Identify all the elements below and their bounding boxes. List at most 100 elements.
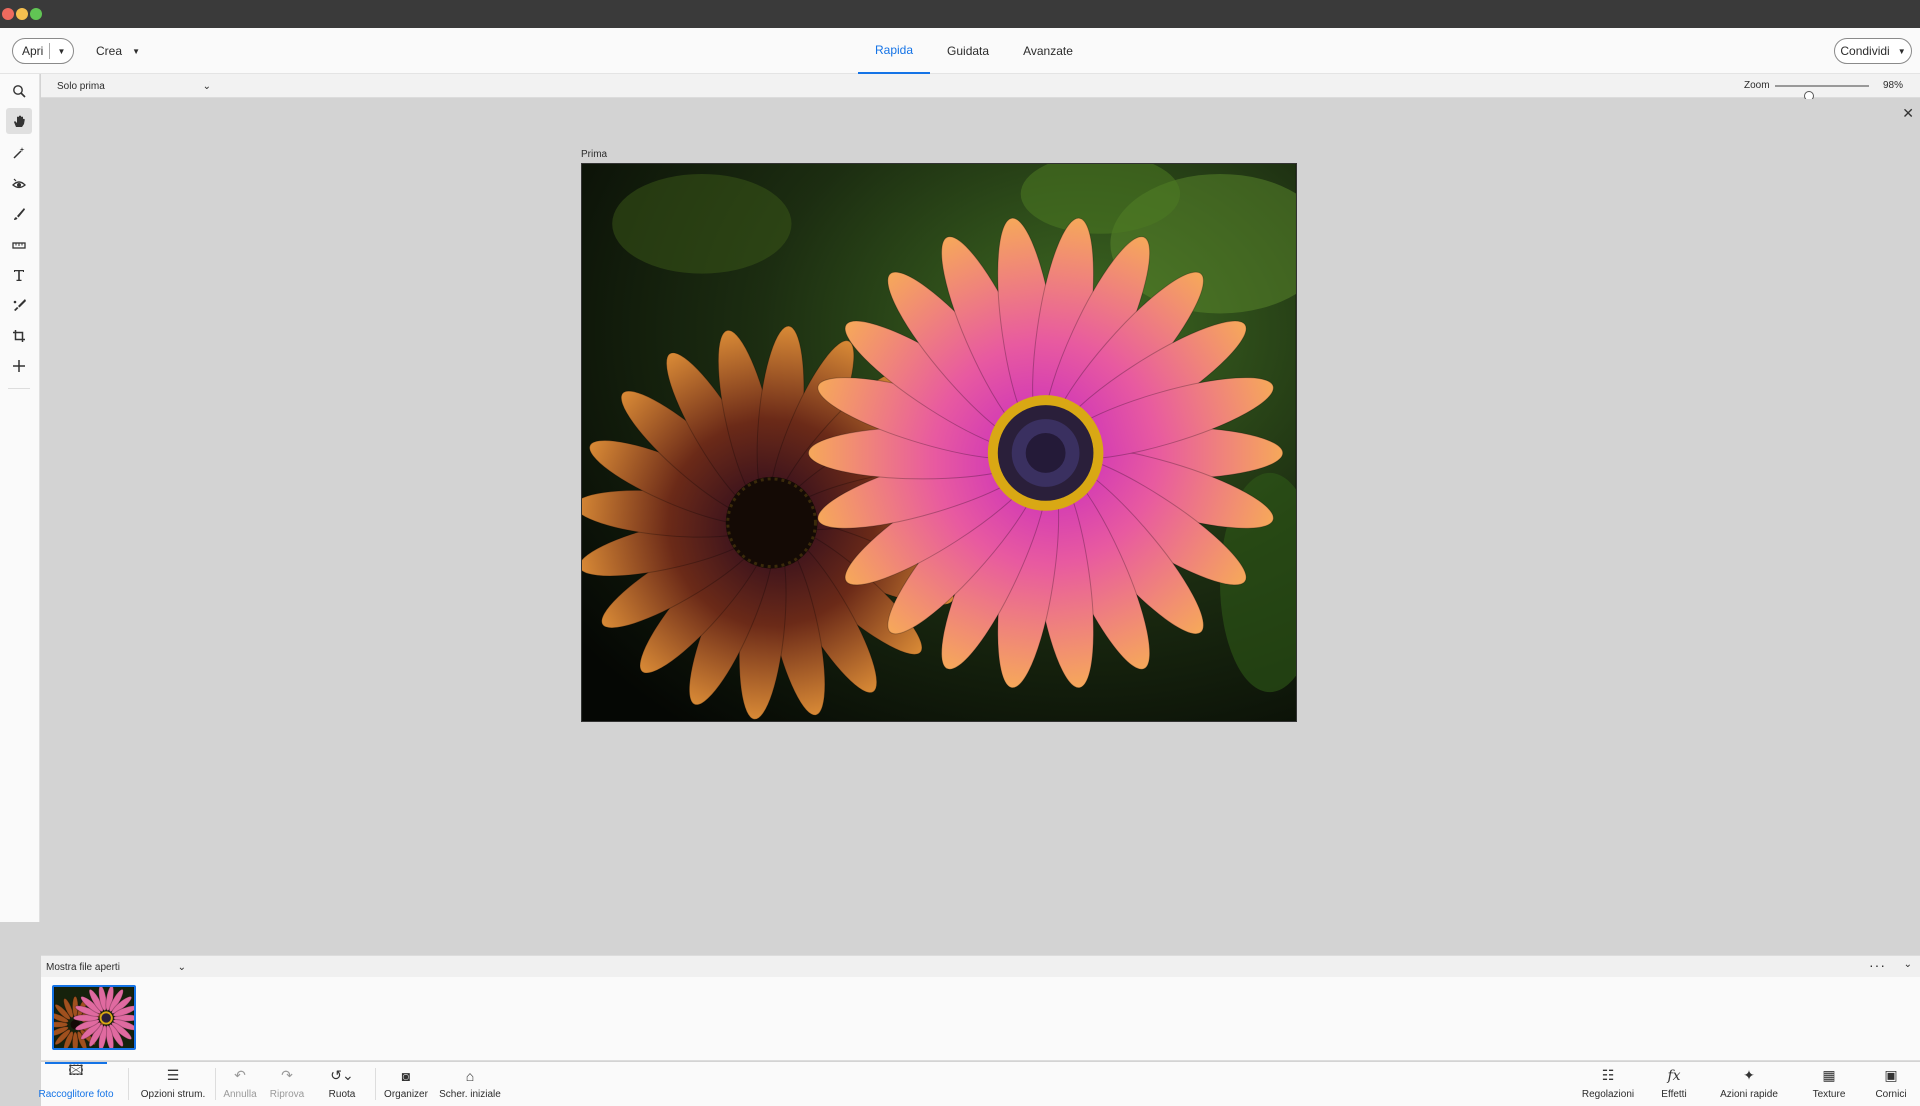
adjustments-button[interactable]: ☷ Regolazioni bbox=[1580, 1062, 1636, 1106]
collapse-chevron-icon[interactable]: ⌄ bbox=[1904, 959, 1912, 970]
undo-button[interactable]: ↶ Annulla bbox=[221, 1062, 259, 1106]
rotate-icon: ↺⌄ bbox=[330, 1067, 354, 1083]
view-options-bar: Solo prima ⌄ Zoom 98% bbox=[41, 74, 1920, 101]
chevron-down-icon[interactable]: ▼ bbox=[50, 47, 73, 56]
image-stack-icon: 🖾 bbox=[68, 1062, 84, 1078]
mode-tabs: Rapida Guidata Avanzate bbox=[858, 28, 1090, 74]
share-button[interactable]: Condividi ▼ bbox=[1834, 38, 1912, 64]
quick-selection-tool[interactable] bbox=[6, 140, 32, 166]
more-options-icon[interactable]: ··· bbox=[1869, 957, 1886, 973]
close-icon[interactable]: ✕ bbox=[1902, 105, 1914, 122]
window-title-bar bbox=[0, 0, 1920, 28]
zoom-label: Zoom bbox=[1744, 80, 1770, 91]
photo-bin-button-label: Raccoglitore foto bbox=[38, 1089, 114, 1100]
tab-guidata[interactable]: Guidata bbox=[930, 28, 1006, 74]
quick-actions-button[interactable]: ✦ Azioni rapide bbox=[1718, 1062, 1780, 1106]
sliders-icon: ☷ bbox=[1601, 1067, 1615, 1083]
frames-button[interactable]: ▣ Cornici bbox=[1871, 1062, 1911, 1106]
taskbar-divider bbox=[375, 1068, 376, 1100]
magic-wand-icon bbox=[13, 147, 25, 159]
view-select[interactable]: Solo prima ⌄ bbox=[57, 78, 211, 94]
red-eye-tool[interactable] bbox=[6, 171, 32, 197]
chevron-down-icon: ▼ bbox=[1897, 46, 1906, 56]
effects-button[interactable]: fx Effetti bbox=[1654, 1062, 1694, 1106]
tool-options-button[interactable]: ☰ Opzioni strum. bbox=[133, 1062, 213, 1106]
organizer-icon: ◙ bbox=[401, 1068, 411, 1084]
magnifier-icon bbox=[13, 85, 26, 98]
plus-move-icon bbox=[13, 360, 25, 372]
move-tool[interactable] bbox=[6, 353, 32, 379]
photo-bin-select[interactable]: Mostra file aperti ⌄ bbox=[46, 960, 186, 974]
sparkle-icon: ✦ bbox=[1743, 1067, 1755, 1083]
whiten-teeth-tool[interactable] bbox=[6, 201, 32, 227]
taskbar-divider bbox=[128, 1068, 129, 1100]
hand-icon bbox=[14, 115, 25, 127]
photo-bin-header: Mostra file aperti ⌄ ··· ⌄ bbox=[41, 955, 1920, 977]
top-bar: Apri ▼ Crea ▼ Rapida Guidata Avanzate Co… bbox=[0, 28, 1920, 74]
photo-preview[interactable] bbox=[581, 163, 1297, 722]
tab-avanzate[interactable]: Avanzate bbox=[1006, 28, 1090, 74]
ruler-icon bbox=[12, 242, 26, 249]
toolbar-divider bbox=[8, 388, 30, 389]
crop-tool[interactable] bbox=[6, 323, 32, 349]
effects-button-label: Effetti bbox=[1661, 1089, 1687, 1100]
photo-thumbnail[interactable] bbox=[52, 985, 136, 1050]
eye-icon bbox=[12, 178, 26, 189]
rotate-button-label: Ruota bbox=[328, 1089, 356, 1100]
redo-icon: ↷ bbox=[281, 1067, 293, 1083]
textures-button[interactable]: ▦ Texture bbox=[1809, 1062, 1849, 1106]
view-select-label: Solo prima bbox=[57, 80, 105, 92]
share-button-label: Condividi bbox=[1840, 44, 1890, 58]
quick-actions-button-label: Azioni rapide bbox=[1720, 1089, 1778, 1100]
chevron-down-icon: ⌄ bbox=[202, 80, 211, 92]
photo-bin bbox=[41, 977, 1920, 1061]
taskbar-divider bbox=[215, 1068, 216, 1100]
textures-button-label: Texture bbox=[1812, 1089, 1846, 1100]
maximize-window-button[interactable] bbox=[30, 8, 42, 20]
rotate-button[interactable]: ↺⌄ Ruota bbox=[319, 1062, 365, 1106]
chevron-down-icon: ⌄ bbox=[177, 961, 186, 973]
undo-icon: ↶ bbox=[234, 1067, 246, 1083]
type-tool[interactable] bbox=[6, 262, 32, 288]
create-button[interactable]: Crea ▼ bbox=[90, 38, 146, 64]
text-t-icon bbox=[14, 270, 24, 281]
texture-grid-icon: ▦ bbox=[1822, 1067, 1836, 1083]
tool-options-button-label: Opzioni strum. bbox=[140, 1089, 206, 1100]
zoom-value: 98% bbox=[1883, 80, 1904, 91]
tool-options-icon: ☰ bbox=[166, 1067, 180, 1083]
flower-thumbnail bbox=[54, 987, 134, 1048]
tab-rapida[interactable]: Rapida bbox=[858, 28, 931, 74]
zoom-tool[interactable] bbox=[6, 78, 32, 104]
open-button[interactable]: Apri ▼ bbox=[12, 38, 74, 64]
crop-icon bbox=[13, 330, 25, 342]
frame-icon: ▣ bbox=[1884, 1067, 1898, 1083]
bottom-taskbar: 🖾 Raccoglitore foto ☰ Opzioni strum. ↶ A… bbox=[38, 1062, 1920, 1106]
redo-button-label: Riprova bbox=[269, 1089, 305, 1100]
photo-bin-select-label: Mostra file aperti bbox=[46, 961, 120, 973]
adjustments-button-label: Regolazioni bbox=[1581, 1089, 1635, 1100]
home-screen-button[interactable]: ⌂ Scher. iniziale bbox=[439, 1062, 501, 1106]
flower-photo bbox=[582, 164, 1296, 721]
photo-bin-button[interactable]: 🖾 Raccoglitore foto bbox=[38, 1062, 114, 1106]
open-button-label: Apri bbox=[22, 44, 44, 58]
frames-button-label: Cornici bbox=[1875, 1089, 1907, 1100]
zoom-slider[interactable] bbox=[1775, 85, 1869, 101]
home-icon: ⌂ bbox=[465, 1068, 475, 1084]
tools-panel bbox=[0, 74, 40, 922]
spot-healing-tool[interactable] bbox=[6, 292, 32, 318]
before-label: Prima bbox=[581, 149, 608, 160]
fx-icon: fx bbox=[1667, 1068, 1681, 1084]
hand-tool[interactable] bbox=[6, 108, 32, 134]
redo-button[interactable]: ↷ Riprova bbox=[269, 1062, 305, 1106]
straighten-tool[interactable] bbox=[6, 232, 32, 258]
healing-brush-icon bbox=[13, 299, 26, 311]
undo-button-label: Annulla bbox=[223, 1089, 257, 1100]
organizer-button-label: Organizer bbox=[384, 1089, 428, 1100]
brush-icon bbox=[14, 208, 25, 220]
chevron-down-icon: ▼ bbox=[132, 46, 140, 56]
close-window-button[interactable] bbox=[2, 8, 14, 20]
photo-editor-window: Apri ▼ Crea ▼ Rapida Guidata Avanzate Co… bbox=[0, 0, 1920, 1106]
organizer-button[interactable]: ◙ Organizer bbox=[383, 1062, 429, 1106]
minimize-window-button[interactable] bbox=[16, 8, 28, 20]
create-button-label: Crea bbox=[96, 44, 123, 58]
